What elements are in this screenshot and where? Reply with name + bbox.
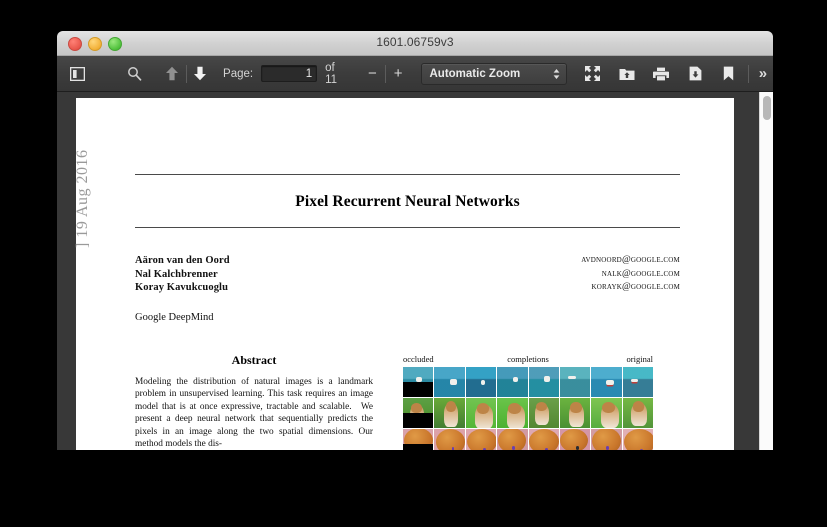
- author-name: Nal Kalchbrenner: [135, 268, 218, 280]
- pdf-toolbar: Page: of 11 − + Automatic Zoom: [57, 56, 773, 92]
- arrow-up-icon: [166, 66, 179, 81]
- figure-cell: [622, 366, 653, 397]
- zoom-level-select[interactable]: Automatic Zoom: [420, 62, 567, 85]
- author-name: Aäron van den Oord: [135, 255, 230, 266]
- arxiv-stamp: ] 19 Aug 2016: [74, 149, 91, 249]
- pdf-viewer-window: 1601.06759v3 Page: 1 of 11 − + Automatic…: [57, 31, 773, 450]
- toolbar-separator-1: [185, 64, 187, 83]
- page-total-label: of 11: [325, 61, 338, 86]
- window-titlebar: 1601.06759v3: [57, 31, 773, 56]
- download-button[interactable]: [685, 62, 705, 86]
- figure-cell: [434, 366, 465, 397]
- figure-label-completions: completions: [507, 353, 549, 364]
- toolbar-separator-3: [747, 64, 749, 83]
- more-tools-button[interactable]: »: [753, 62, 773, 86]
- figure-label-original: original: [626, 353, 653, 364]
- figure-cell: [497, 366, 528, 397]
- window-title: 1601.06759v3: [376, 35, 454, 49]
- bookmark-button[interactable]: [719, 62, 738, 86]
- figure-cell: [465, 397, 497, 429]
- bookmark-icon: [723, 66, 734, 81]
- figure-cell: [497, 429, 528, 450]
- occlusion-mask: [403, 413, 434, 429]
- author-names: Aäron van den Oord Nal Kalchbrenner Kora…: [135, 254, 230, 295]
- figure-image-grid: [403, 366, 653, 450]
- arrow-down-icon: [193, 66, 206, 81]
- previous-page-button[interactable]: [163, 62, 182, 86]
- print-icon: [653, 67, 670, 80]
- figure-cell: [591, 429, 622, 450]
- authors-block: Aäron van den Oord Nal Kalchbrenner Kora…: [135, 228, 680, 295]
- open-file-button[interactable]: [617, 62, 637, 86]
- figure-cell: [559, 429, 591, 450]
- figure-column: occluded completions original: [403, 353, 653, 450]
- occlusion-mask: [403, 381, 434, 397]
- search-icon: [127, 67, 141, 81]
- toolbar-separator-2: [384, 64, 386, 83]
- zoom-out-button[interactable]: −: [364, 62, 381, 86]
- author-email: avdnoord@google.com: [581, 255, 680, 265]
- figure-cell: [559, 366, 591, 397]
- page-label: Page:: [223, 67, 254, 80]
- viewer-scrollbar-thumb[interactable]: [763, 96, 771, 120]
- figure-cell: [403, 429, 434, 450]
- figure-cell: [497, 397, 528, 429]
- print-button[interactable]: [651, 62, 671, 86]
- figure-cell: [434, 397, 465, 429]
- abstract-heading: Abstract: [231, 352, 277, 367]
- sidebar-toggle-icon: [70, 66, 86, 81]
- open-file-icon: [619, 68, 635, 80]
- figure-cell: [622, 397, 653, 429]
- find-button[interactable]: [124, 62, 144, 86]
- abstract-text: Modeling the distribution of natural ima…: [135, 376, 373, 450]
- figure-cell: [465, 429, 497, 450]
- figure-cell: [591, 366, 622, 397]
- abstract-column: Abstract Modeling the distribution of na…: [135, 353, 373, 451]
- figure-cell: [528, 397, 559, 429]
- figure-cell: [528, 429, 559, 450]
- presentation-mode-button[interactable]: [583, 62, 603, 86]
- pdf-page: ] 19 Aug 2016 Pixel Recurrent Neural Net…: [74, 98, 734, 450]
- figure-labels: occluded completions original: [403, 354, 653, 367]
- next-page-button[interactable]: [191, 62, 210, 86]
- occlusion-mask: [403, 444, 434, 450]
- author-name: Koray Kavukcuoglu: [135, 282, 229, 293]
- zoom-in-button[interactable]: +: [390, 62, 407, 86]
- figure-cell: [403, 397, 434, 429]
- zoom-level-value: Automatic Zoom: [429, 67, 521, 80]
- viewer-scrollbar[interactable]: [759, 92, 773, 450]
- figure-cell: [403, 366, 434, 397]
- figure-cell: [465, 366, 497, 397]
- figure-cell: [528, 366, 559, 397]
- content-columns: Abstract Modeling the distribution of na…: [135, 323, 680, 451]
- chevron-updown-icon: [553, 68, 560, 80]
- pdf-viewer-area[interactable]: ] 19 Aug 2016 Pixel Recurrent Neural Net…: [57, 92, 773, 450]
- author-email: korayk@google.com: [591, 282, 680, 292]
- figure-cell: [559, 397, 591, 429]
- download-icon: [689, 66, 702, 81]
- screen: 1601.06759v3 Page: 1 of 11 − + Automatic…: [0, 0, 827, 527]
- figure-cell: [591, 397, 622, 429]
- fullscreen-icon: [585, 66, 601, 81]
- figure-label-occluded: occluded: [403, 353, 434, 364]
- sidebar-toggle-button[interactable]: [67, 62, 89, 86]
- affiliation: Google DeepMind: [135, 311, 214, 323]
- figure-cell: [434, 429, 465, 450]
- page-number-input[interactable]: [261, 65, 318, 82]
- figure-cell: [622, 429, 653, 450]
- author-emails: avdnoord@google.com nalk@google.com kora…: [581, 254, 680, 295]
- paper-content: Pixel Recurrent Neural Networks Aäron va…: [135, 98, 680, 450]
- author-email: nalk@google.com: [601, 268, 680, 279]
- paper-title: Pixel Recurrent Neural Networks: [295, 193, 520, 210]
